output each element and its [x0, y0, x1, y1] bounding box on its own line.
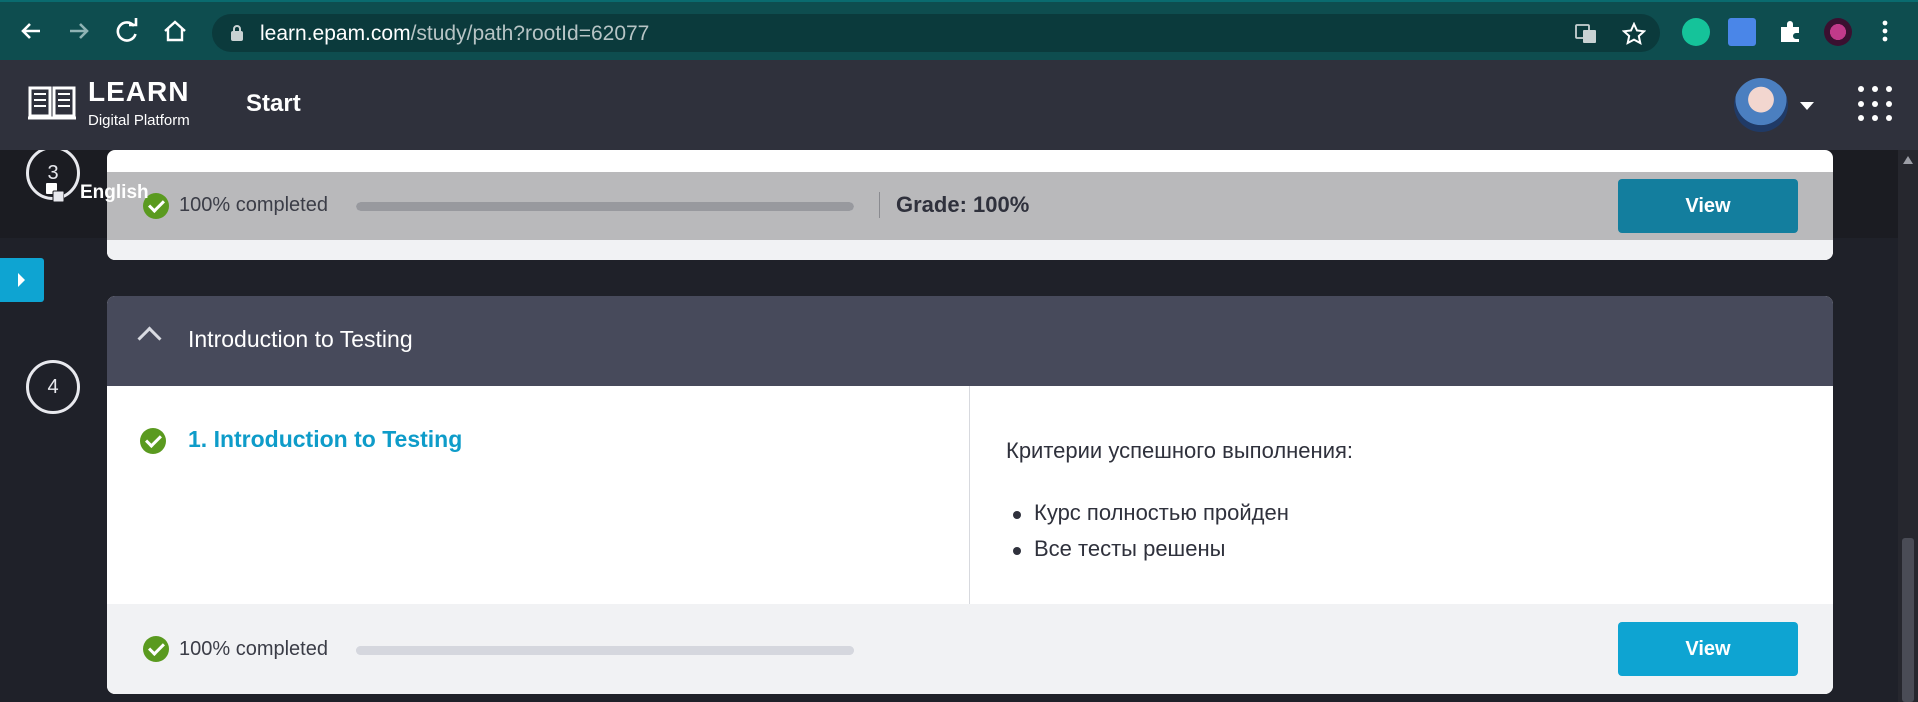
url-text: learn.epam.com/study/path?rootId=62077 — [260, 22, 650, 45]
apps-grid-icon[interactable] — [1858, 86, 1892, 122]
progress-bar — [356, 646, 854, 655]
browser-toolbar: learn.epam.com/study/path?rootId=62077 — [0, 0, 1918, 60]
section-3-footer: 100% completed Grade: 100% View — [107, 172, 1833, 240]
app-header: LEARN Digital Platform Start — [0, 60, 1918, 150]
section-card-3: 100% completed Grade: 100% View — [107, 150, 1833, 260]
criteria-item: Все тесты решены — [1012, 536, 1226, 561]
column-divider — [969, 386, 970, 604]
address-bar[interactable]: learn.epam.com/study/path?rootId=62077 — [212, 14, 1660, 52]
check-circle-icon — [140, 428, 166, 454]
reload-icon[interactable] — [112, 16, 142, 46]
progress-text: 100% completed — [179, 194, 328, 216]
profile-icon[interactable] — [1824, 18, 1852, 46]
home-icon[interactable] — [160, 16, 190, 46]
lesson-link[interactable]: 1. Introduction to Testing — [188, 426, 462, 453]
progress-text: 100% completed — [179, 638, 328, 660]
chevron-up-icon[interactable] — [137, 326, 162, 351]
section-4-footer: 100% completed View — [107, 604, 1833, 694]
section-card-4: Introduction to Testing 1. Introduction … — [107, 296, 1833, 694]
view-button[interactable]: View — [1618, 622, 1798, 676]
forward-icon[interactable] — [64, 16, 94, 46]
language-icon[interactable] — [46, 183, 64, 203]
criteria-item: Курс полностью пройден — [1013, 500, 1289, 525]
grade-text: Grade: 100% — [896, 192, 1030, 217]
puzzle-icon[interactable] — [1776, 18, 1804, 46]
criteria-title: Критерии успешного выполнения: — [1006, 438, 1354, 463]
main-content: 100% completed Grade: 100% View 3 Englis… — [0, 150, 1918, 702]
back-icon[interactable] — [16, 16, 46, 46]
logo-title[interactable]: LEARN — [88, 76, 189, 108]
step-number-4[interactable]: 4 — [26, 360, 80, 414]
check-circle-icon — [143, 636, 169, 662]
scrollbar-thumb[interactable] — [1902, 538, 1914, 702]
section-4-header[interactable]: Introduction to Testing — [107, 296, 1833, 386]
divider — [879, 192, 880, 218]
book-logo-icon[interactable] — [26, 80, 78, 124]
nav-start-link[interactable]: Start — [246, 90, 301, 118]
scroll-up-icon[interactable] — [1903, 156, 1913, 164]
avatar[interactable] — [1734, 78, 1788, 132]
more-vert-icon[interactable] — [1870, 16, 1900, 46]
section-4-body: 1. Introduction to Testing Критерии успе… — [107, 386, 1833, 604]
translate-icon[interactable] — [1574, 22, 1598, 46]
scrollbar[interactable] — [1898, 150, 1918, 702]
language-label[interactable]: English — [80, 182, 149, 204]
lock-icon[interactable] — [230, 24, 244, 42]
star-icon[interactable] — [1622, 22, 1646, 46]
progress-bar — [356, 202, 854, 211]
grammarly-icon[interactable] — [1682, 18, 1710, 46]
logo-subtitle: Digital Platform — [88, 112, 190, 129]
expand-arrow-icon[interactable] — [0, 258, 44, 302]
view-button[interactable]: View — [1618, 179, 1798, 233]
section-title[interactable]: Introduction to Testing — [188, 326, 413, 353]
chevron-down-icon[interactable] — [1800, 102, 1814, 110]
v-extension-icon[interactable] — [1728, 18, 1756, 46]
